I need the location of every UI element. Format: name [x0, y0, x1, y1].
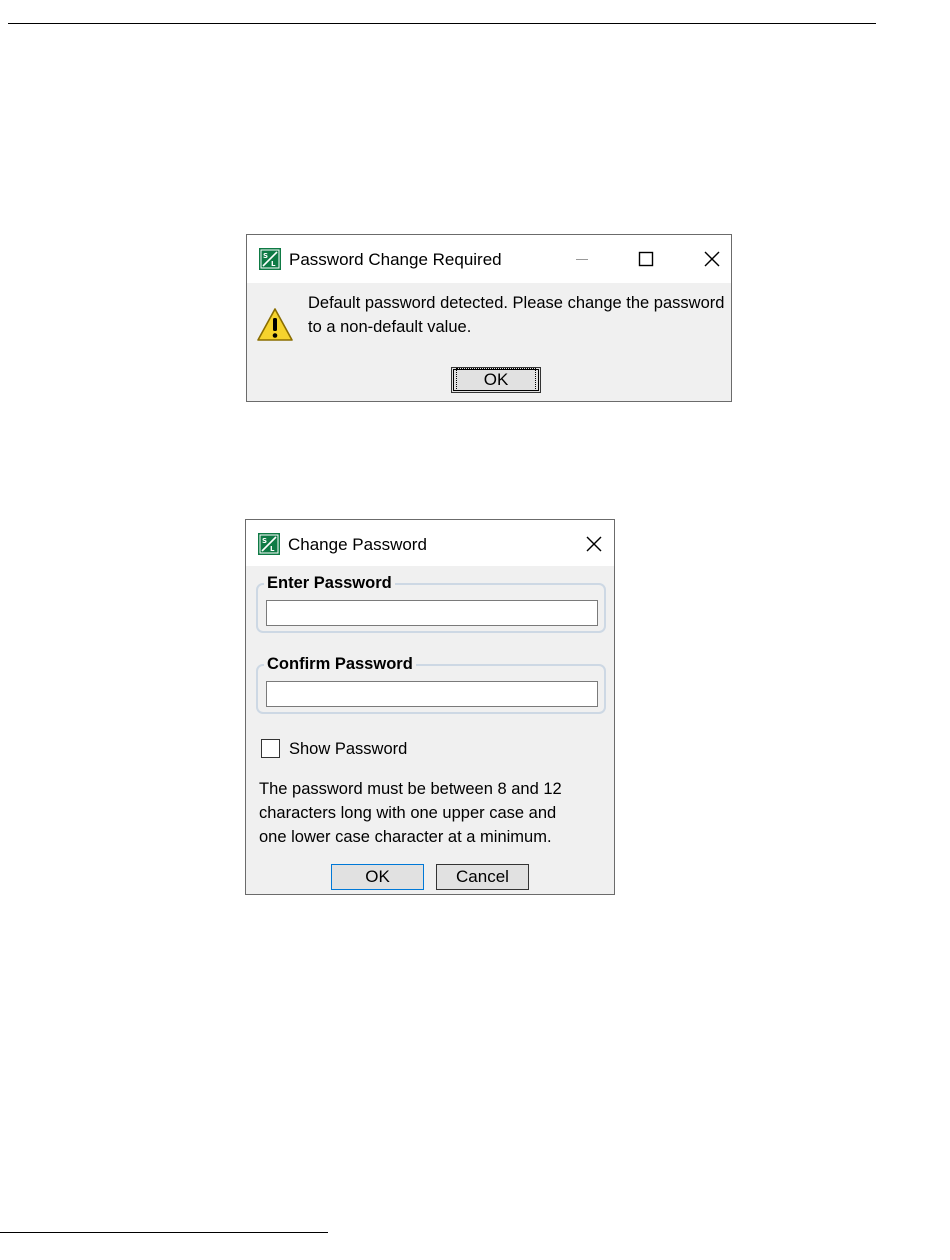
svg-text:S: S [263, 252, 268, 260]
minimize-icon [576, 259, 588, 260]
show-password-label[interactable]: Show Password [289, 739, 407, 759]
svg-text:L: L [271, 260, 276, 268]
help-line: The password must be between 8 and 12 [259, 780, 562, 798]
title-bar: S L Change Password [246, 520, 614, 566]
message-line: Default password detected. Please change… [308, 294, 725, 312]
maximize-button[interactable] [631, 246, 661, 272]
svg-text:S: S [262, 537, 267, 545]
help-line: characters long with one upper case and [259, 804, 557, 822]
help-line: one lower case character at a minimum. [259, 828, 552, 846]
dialog-title: Change Password [288, 535, 427, 554]
cancel-button[interactable]: Cancel [436, 864, 529, 890]
enter-password-field[interactable] [266, 600, 598, 626]
password-requirements-text: The password must be between 8 and 12 ch… [259, 777, 604, 849]
ok-button-label: OK [455, 368, 537, 391]
svg-text:L: L [270, 545, 275, 553]
app-icon: S L [259, 248, 281, 270]
page-bottom-rule [0, 1232, 328, 1233]
confirm-password-group: Confirm Password [256, 654, 606, 714]
title-bar: S L Password Change Required [247, 235, 731, 283]
show-password-checkbox[interactable] [261, 739, 280, 758]
close-icon [586, 536, 602, 552]
confirm-password-label: Confirm Password [264, 654, 416, 674]
confirm-password-field[interactable] [266, 681, 598, 707]
close-icon [704, 251, 720, 267]
close-button[interactable] [579, 531, 609, 557]
warning-message: Default password detected. Please change… [308, 291, 728, 339]
minimize-button[interactable] [567, 246, 597, 272]
app-icon: S L [258, 533, 280, 555]
enter-password-label: Enter Password [264, 573, 395, 593]
maximize-icon [638, 251, 654, 267]
warning-icon [257, 308, 293, 341]
change-password-dialog: S L Change Password Enter Password Confi… [245, 519, 615, 895]
page-top-rule [8, 23, 876, 24]
close-button[interactable] [697, 246, 727, 272]
dialog-title: Password Change Required [289, 250, 502, 269]
message-line: to a non-default value. [308, 318, 472, 336]
ok-button[interactable]: OK [331, 864, 424, 890]
ok-button[interactable]: OK [451, 367, 541, 393]
password-change-required-dialog: S L Password Change Required Default pas… [246, 234, 732, 402]
enter-password-group: Enter Password [256, 573, 606, 633]
